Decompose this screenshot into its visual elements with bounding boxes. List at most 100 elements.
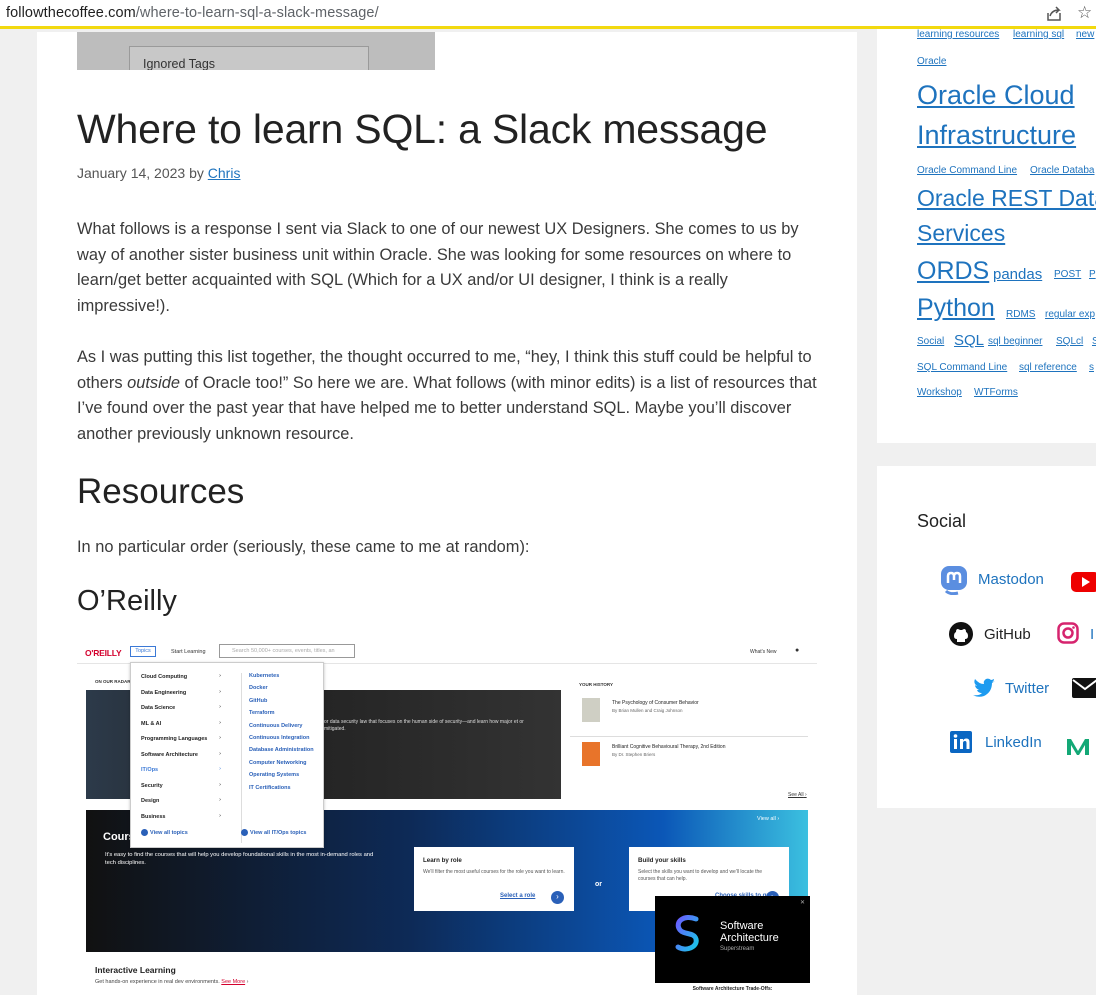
history-item-title: The Psychology of Consumer Behavior xyxy=(612,700,699,706)
tag-link[interactable]: SQLcl xyxy=(1056,336,1083,347)
tag-link[interactable]: WTForms xyxy=(974,387,1018,398)
topics-submenu-item: IT Certifications xyxy=(249,784,291,791)
or-separator: or xyxy=(595,881,602,888)
topics-submenu-item: Database Administration xyxy=(249,747,314,754)
topics-menu-item: Business › xyxy=(141,812,221,820)
tag-link[interactable]: S xyxy=(1092,336,1096,347)
ad-footer: Software Architecture Trade-Offs: xyxy=(655,983,810,995)
top-screenshot-image: Ignored Tags xyxy=(77,32,435,70)
courses-view-all: View all › xyxy=(757,816,780,822)
paragraph-second-em: outside xyxy=(127,373,180,392)
tag-link[interactable]: learning resources xyxy=(917,29,999,40)
chevron-right-icon: › xyxy=(219,750,221,757)
oreilly-hero-text: or data security law that focuses on the… xyxy=(324,719,524,732)
by-text: by xyxy=(189,165,204,181)
card-title: Build your skills xyxy=(638,857,686,864)
paragraph-order: In no particular order (seriously, these… xyxy=(77,538,530,556)
heading-oreilly: O’Reilly xyxy=(77,585,177,617)
social-label: Mastodon xyxy=(978,571,1044,588)
tag-link[interactable]: P xyxy=(1089,269,1096,280)
close-icon: ✕ xyxy=(799,900,805,906)
tag-link[interactable]: sql reference xyxy=(1019,362,1077,373)
interactive-learning-title: Interactive Learning xyxy=(95,965,176,975)
page-title: Where to learn SQL: a Slack message xyxy=(77,106,768,152)
tag-link[interactable]: new xyxy=(1076,29,1094,40)
url-text[interactable]: followthecoffee.com/where-to-learn-sql-a… xyxy=(6,5,379,21)
paragraph-intro: What follows is a response I sent via Sl… xyxy=(77,220,799,315)
topics-menu-item: Software Architecture › xyxy=(141,750,221,758)
bookmark-star-icon[interactable]: ☆ xyxy=(1077,3,1092,23)
chevron-right-icon: › xyxy=(219,673,221,679)
history-item-author: By Brian Mullen and Craig Johnson xyxy=(612,708,683,713)
arrow-circle-icon xyxy=(241,829,248,836)
topics-menu-item: Security › xyxy=(141,781,221,789)
author-link[interactable]: Chris xyxy=(208,165,241,181)
card-description: We'll filter the most useful courses for… xyxy=(423,869,565,875)
tag-link[interactable]: Services xyxy=(917,220,1005,247)
tag-link[interactable]: Workshop xyxy=(917,387,962,398)
topics-menu-item: IT/Ops › xyxy=(141,766,221,773)
oreilly-navbar: O'REILLY Topics Start Learning Search 50… xyxy=(77,638,817,664)
topics-menu-item: ML & AI › xyxy=(141,719,221,727)
tag-link[interactable]: SQL xyxy=(954,332,984,349)
tag-link[interactable]: SQL Command Line xyxy=(917,362,1007,373)
tag-link[interactable]: Oracle Databa xyxy=(1030,165,1094,176)
tag-link[interactable]: Oracle REST Datab xyxy=(917,185,1096,212)
url-path: /where-to-learn-sql-a-slack-message/ xyxy=(135,5,379,21)
tag-link[interactable]: Oracle Cloud xyxy=(917,80,1075,111)
tag-link[interactable]: regular exp xyxy=(1045,309,1095,320)
twitter-icon xyxy=(973,678,995,697)
social-label: Twitter xyxy=(1005,680,1050,697)
book-cover-thumbnail xyxy=(582,698,600,722)
topics-submenu-item: GitHub xyxy=(249,697,268,704)
tag-link[interactable]: learning sql xyxy=(1013,29,1064,40)
social-label: LinkedIn xyxy=(985,734,1042,751)
tag-link[interactable]: ORDS xyxy=(917,257,989,286)
oreilly-search-box: Search 50,000+ courses, events, titles, … xyxy=(219,644,355,658)
oreilly-see-all: See All › xyxy=(788,792,807,798)
tag-link[interactable]: Oracle xyxy=(917,56,946,67)
browser-address-bar[interactable]: followthecoffee.com/where-to-learn-sql-a… xyxy=(0,0,1096,29)
ad-title: Software Architecture xyxy=(720,920,779,944)
tag-link[interactable]: Social xyxy=(917,336,944,347)
topics-submenu-item: Continuous Integration xyxy=(249,734,310,741)
paragraph-second: As I was putting this list together, the… xyxy=(77,345,822,447)
courses-view-all-text: View all xyxy=(757,816,776,822)
tag-link[interactable]: Python xyxy=(917,294,995,323)
oreilly-whats-new: What's New xyxy=(750,649,777,655)
tag-cloud-widget: learning resources learning sql new Oracle O… xyxy=(877,29,1096,443)
courses-description: It's easy to find the courses that will … xyxy=(105,852,374,866)
topics-submenu-item: Operating Systems xyxy=(249,772,300,779)
tag-link[interactable]: RDMS xyxy=(1006,309,1035,320)
arrow-right-icon: › xyxy=(551,891,564,904)
medium-icon[interactable] xyxy=(1067,737,1091,761)
superstream-logo-icon xyxy=(675,914,699,952)
topics-submenu-item: Computer Networking xyxy=(249,759,307,766)
email-icon[interactable] xyxy=(1072,678,1096,702)
tag-link[interactable]: Oracle Command Line xyxy=(917,165,1017,176)
tag-link[interactable]: Infrastructure xyxy=(917,120,1076,151)
chevron-right-icon: › xyxy=(219,766,221,772)
learn-by-role-card: Learn by role We'll filter the most usef… xyxy=(414,847,574,911)
share-icon[interactable] xyxy=(1045,5,1063,23)
view-all-itops-text: View all IT/Ops topics xyxy=(250,829,307,836)
history-item-author: By Dr. Stephen Briers xyxy=(612,752,656,757)
history-item-title: Brilliant Cognitive Behavioural Therapy,… xyxy=(612,744,726,750)
chevron-right-icon: › xyxy=(219,781,221,788)
interactive-learning-desc: Get hands-on experience in real dev envi… xyxy=(95,979,249,985)
tag-link[interactable]: POST xyxy=(1054,269,1081,280)
social-title: Social xyxy=(917,511,967,531)
youtube-icon[interactable] xyxy=(1071,572,1096,596)
tag-link[interactable]: s xyxy=(1089,362,1094,373)
instagram-icon xyxy=(1057,622,1079,644)
topics-menu-item: Data Science › xyxy=(141,704,221,711)
tag-link[interactable]: pandas xyxy=(993,266,1042,283)
topics-submenu-item: Kubernetes xyxy=(249,673,280,679)
post-date: January 14, 2023 xyxy=(77,165,186,181)
topics-category-list: Cloud Computing › Data Engineering › Data Sc… xyxy=(141,673,221,829)
url-domain: followthecoffee.com xyxy=(6,5,136,21)
card-description: Select the skills you want to develop an… xyxy=(638,869,763,882)
user-icon: ● xyxy=(795,647,800,654)
tag-link[interactable]: sql beginner xyxy=(988,336,1042,347)
github-icon xyxy=(949,622,973,646)
